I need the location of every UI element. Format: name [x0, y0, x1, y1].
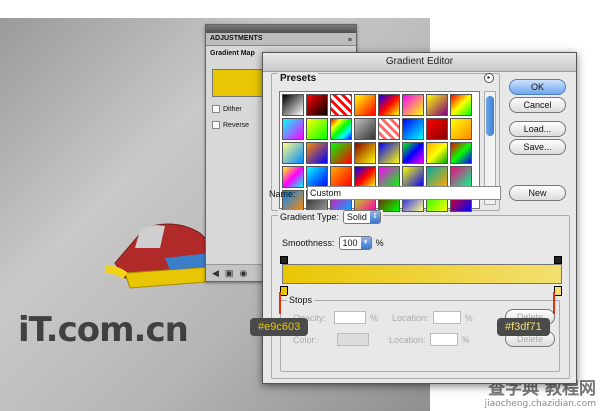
save-button[interactable]: Save...: [509, 139, 566, 155]
opacity-row: Opacity: % Location: %: [293, 311, 473, 324]
presets-menu-icon[interactable]: ▸: [484, 73, 494, 83]
preset-swatch[interactable]: [330, 166, 352, 188]
smoothness-unit: %: [375, 238, 384, 248]
preset-swatch[interactable]: [282, 118, 304, 140]
gradient-type-value: Solid: [346, 212, 367, 222]
adjustments-titlebar[interactable]: [206, 25, 356, 33]
watermark-logo: iT.com.cn: [18, 310, 189, 350]
opacity-stop-left[interactable]: [280, 256, 288, 264]
dither-checkbox-box[interactable]: [212, 105, 220, 113]
watermark-url: jiaocheng.chazidian.com: [484, 399, 596, 409]
preset-swatch[interactable]: [402, 94, 424, 116]
preset-swatch[interactable]: [426, 118, 448, 140]
gradient-editor-title: Gradient Editor: [263, 53, 576, 72]
name-field[interactable]: Custom: [307, 186, 501, 200]
color-location-label: Location:: [389, 334, 426, 345]
opacity-field[interactable]: [334, 311, 367, 324]
gradient-settings-group: Gradient Type: Solid ⇕ Smoothness: 100 ▾ %…: [271, 210, 570, 379]
preset-swatch[interactable]: [402, 118, 424, 140]
reverse-checkbox-box[interactable]: [212, 121, 220, 129]
gradient-bar[interactable]: [282, 264, 562, 284]
left-color-tag: #e9c603: [250, 318, 309, 336]
color-row: Color: Location: %: [293, 333, 470, 346]
preset-swatch[interactable]: [306, 118, 328, 140]
color-location-field[interactable]: [429, 333, 458, 346]
preset-swatch[interactable]: [426, 166, 448, 188]
preset-swatch[interactable]: [354, 142, 376, 164]
opacity-location-label: Location:: [392, 312, 429, 323]
preset-swatch[interactable]: [282, 94, 304, 116]
preset-swatch[interactable]: [306, 94, 328, 116]
color-swatch[interactable]: [337, 333, 370, 346]
preset-swatch[interactable]: [426, 142, 448, 164]
preset-swatch[interactable]: [354, 166, 376, 188]
visibility-icon[interactable]: ◉: [239, 268, 247, 279]
preset-swatch[interactable]: [450, 142, 472, 164]
opacity-location-unit: %: [464, 312, 473, 323]
document-top-strip: [0, 0, 430, 18]
smoothness-row: Smoothness: 100 ▾ %: [282, 236, 384, 250]
preset-swatch[interactable]: [378, 142, 400, 164]
cancel-button[interactable]: Cancel: [509, 97, 566, 113]
clip-layer-icon[interactable]: ▣: [225, 268, 234, 279]
adjustments-tab-label: ADJUSTMENTS: [210, 35, 263, 42]
preset-swatch[interactable]: [378, 166, 400, 188]
left-arrow-annotation: [279, 292, 281, 314]
color-location-unit: %: [461, 334, 470, 345]
adjustments-tab[interactable]: ADJUSTMENTS ≡: [206, 33, 356, 46]
stops-group: Stops Opacity: % Location: % Color: Loca…: [280, 295, 560, 372]
gradient-type-row: Gradient Type: Solid ⇕: [278, 210, 383, 224]
preset-swatch[interactable]: [354, 118, 376, 140]
smoothness-label: Smoothness:: [282, 238, 335, 248]
opacity-location-field[interactable]: [432, 311, 461, 324]
reverse-label: Reverse: [223, 121, 250, 129]
dither-label: Dither: [223, 105, 242, 113]
preset-swatch[interactable]: [306, 142, 328, 164]
preset-swatch[interactable]: [330, 142, 352, 164]
name-label: Name:: [269, 189, 296, 199]
scrollbar-thumb[interactable]: [486, 96, 494, 136]
smoothness-input[interactable]: 100 ▾: [338, 236, 372, 250]
panel-menu-icon[interactable]: ≡: [348, 35, 352, 47]
preset-swatch[interactable]: [402, 142, 424, 164]
right-color-tag: #f3df71: [497, 318, 550, 336]
preset-swatch[interactable]: [330, 94, 352, 116]
opacity-unit: %: [370, 312, 379, 323]
chevron-updown-icon: ⇕: [369, 211, 380, 223]
preset-swatch[interactable]: [426, 94, 448, 116]
preset-swatch[interactable]: [330, 118, 352, 140]
chevron-down-icon: ▾: [360, 237, 371, 249]
stops-label: Stops: [287, 295, 315, 305]
back-arrow-icon[interactable]: ◀: [212, 268, 219, 279]
new-button[interactable]: New: [509, 185, 566, 201]
preset-swatch[interactable]: [450, 118, 472, 140]
preset-swatch[interactable]: [306, 166, 328, 188]
preset-swatch[interactable]: [354, 94, 376, 116]
ok-button[interactable]: OK: [509, 79, 566, 95]
preset-swatch[interactable]: [378, 94, 400, 116]
preset-swatch[interactable]: [282, 142, 304, 164]
right-arrow-annotation: [553, 292, 555, 314]
preset-swatch[interactable]: [282, 166, 304, 188]
opacity-stop-right[interactable]: [554, 256, 562, 264]
color-label: Color:: [293, 334, 318, 345]
preset-swatch[interactable]: [450, 166, 472, 188]
presets-label: Presets: [278, 73, 319, 84]
preset-swatch[interactable]: [402, 166, 424, 188]
preset-swatch[interactable]: [450, 94, 472, 116]
gradient-type-select[interactable]: Solid ⇕: [342, 210, 381, 224]
load-button[interactable]: Load...: [509, 121, 566, 137]
smoothness-value: 100: [342, 238, 358, 248]
color-stop-right[interactable]: [554, 286, 562, 296]
preset-swatch[interactable]: [378, 118, 400, 140]
gradient-type-label: Gradient Type:: [280, 212, 339, 222]
